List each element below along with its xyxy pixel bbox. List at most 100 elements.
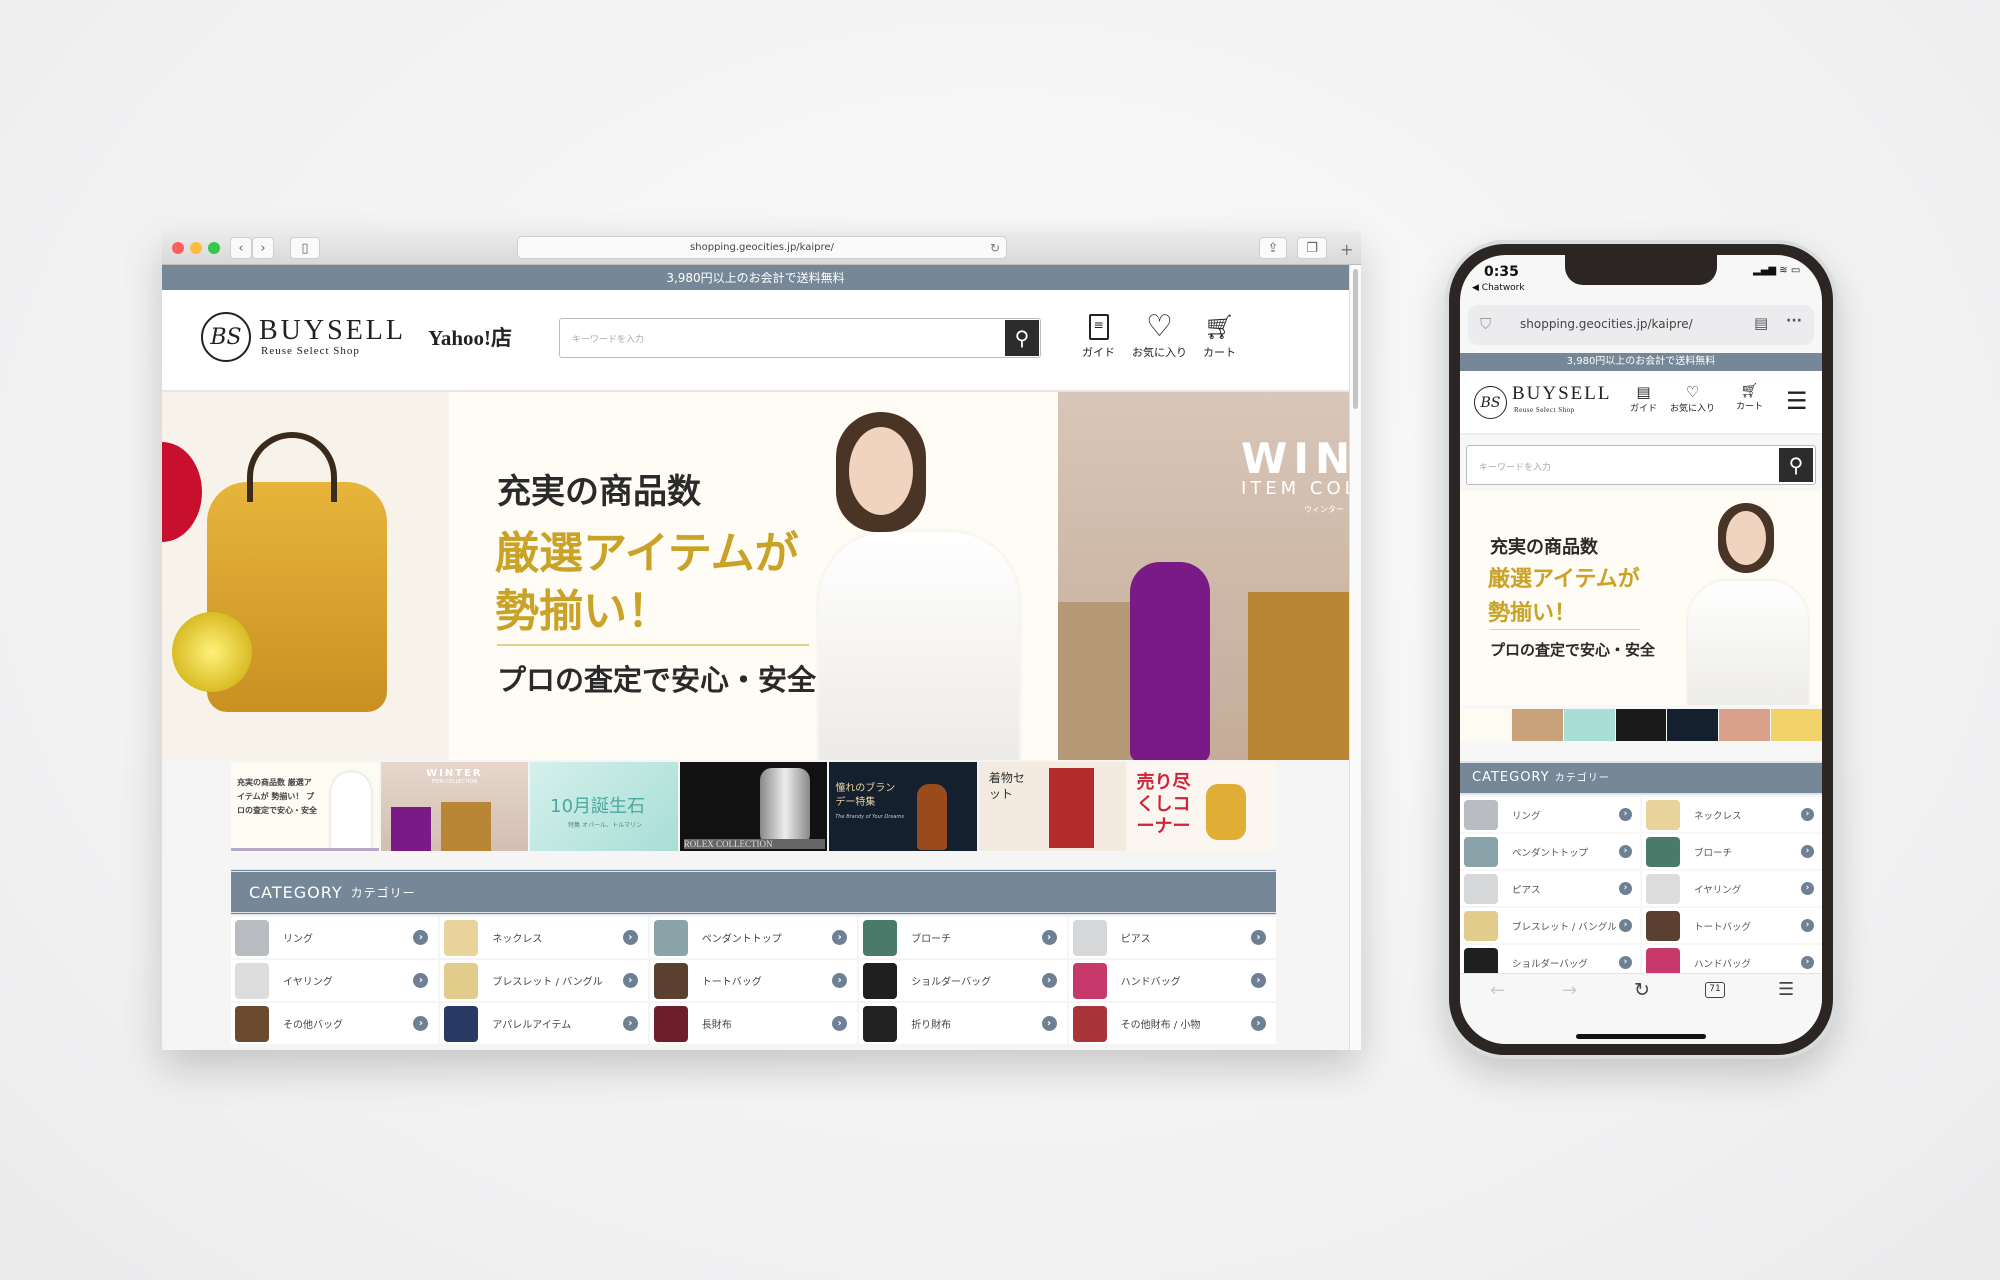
thumbnail-3[interactable] [1563, 709, 1615, 741]
chevron-right-icon[interactable]: › [1801, 919, 1814, 932]
category-item[interactable]: ショルダーバッグ › [1460, 945, 1640, 973]
thumbnail-2[interactable] [1511, 709, 1563, 741]
thumbnail-5[interactable] [1667, 709, 1719, 741]
thumbnail-7[interactable]: 売り尽くしコーナー [1128, 762, 1277, 851]
thumbnail-5[interactable]: 憧れのブランデー特集 The Brandy of Your Dreams [829, 762, 977, 851]
chevron-right-icon[interactable]: › [1801, 882, 1814, 895]
reader-icon[interactable]: ▤ [1754, 314, 1768, 332]
chevron-right-icon[interactable]: › [413, 1016, 429, 1031]
back-icon[interactable]: ‹ [230, 237, 252, 259]
category-item[interactable]: ペンダントトップ › [1460, 834, 1640, 869]
hero-slide-prev[interactable] [162, 392, 449, 760]
chevron-right-icon[interactable]: › [832, 1016, 848, 1031]
chevron-right-icon[interactable]: › [622, 973, 638, 988]
chevron-right-icon[interactable]: › [1619, 956, 1632, 969]
category-item[interactable]: 折り財布 › [859, 1003, 1067, 1044]
chevron-right-icon[interactable]: › [413, 930, 429, 945]
chevron-right-icon[interactable]: › [1619, 845, 1632, 858]
chevron-right-icon[interactable]: › [1041, 930, 1057, 945]
sidebar-icon[interactable]: ▯ [290, 237, 320, 259]
category-item[interactable]: ブレスレット / バングル › [1460, 908, 1640, 943]
search-button[interactable]: ⚲ [1779, 448, 1813, 482]
chevron-right-icon[interactable]: › [1041, 1016, 1057, 1031]
category-item[interactable]: ハンドバッグ › [1642, 945, 1822, 973]
nav-favorites[interactable]: ♡ お気に入り [1132, 312, 1187, 360]
category-item[interactable]: ショルダーバッグ › [859, 960, 1067, 1001]
chevron-right-icon[interactable]: › [1619, 882, 1632, 895]
chevron-right-icon[interactable]: › [1619, 808, 1632, 821]
chevron-right-icon[interactable]: › [1619, 919, 1632, 932]
search-button[interactable]: ⚲ [1005, 320, 1039, 356]
home-indicator[interactable] [1576, 1034, 1706, 1039]
category-item[interactable]: その他財布 / 小物 › [1068, 1003, 1276, 1044]
thumbnail-4[interactable] [1615, 709, 1667, 741]
category-item[interactable]: ネックレス › [1642, 797, 1822, 832]
category-item[interactable]: アパレルアイテム › [440, 1003, 648, 1044]
tabs-count-button[interactable]: 71 [1705, 982, 1725, 998]
chevron-right-icon[interactable]: › [1801, 956, 1814, 969]
forward-icon[interactable]: › [252, 237, 274, 259]
category-item[interactable]: トートバッグ › [649, 960, 858, 1001]
category-item[interactable]: その他バッグ › [231, 1003, 439, 1044]
chevron-right-icon[interactable]: › [1250, 1016, 1266, 1031]
more-icon[interactable]: ··· [1786, 313, 1802, 329]
mobile-brand-name[interactable]: BUYSELL [1512, 383, 1612, 405]
category-item[interactable]: イヤリング › [1642, 871, 1822, 906]
share-icon[interactable]: ⇪ [1259, 237, 1287, 259]
hamburger-menu-icon[interactable]: ☰ [1786, 389, 1808, 413]
mobile-logo-monogram[interactable]: BS [1474, 386, 1507, 419]
category-item[interactable]: トートバッグ › [1642, 908, 1822, 943]
mobile-search-input[interactable]: キーワードを入力 ⚲ [1466, 445, 1816, 485]
category-item[interactable]: リング › [231, 917, 439, 958]
category-item[interactable]: ブローチ › [1642, 834, 1822, 869]
search-input[interactable]: キーワードを入力 ⚲ [559, 318, 1041, 358]
chevron-right-icon[interactable]: › [622, 930, 638, 945]
thumbnail-1[interactable]: 充実の商品数 厳選アイテムが 勢揃い！ プロの査定で安心・安全 [231, 762, 379, 851]
thumbnail-4[interactable]: ROLEX COLLECTION [679, 762, 828, 851]
reload-icon[interactable]: ↻ [1634, 979, 1650, 1001]
chevron-right-icon[interactable]: › [1250, 930, 1266, 945]
category-item[interactable]: ペンダントトップ › [649, 917, 858, 958]
category-item[interactable]: ピアス › [1068, 917, 1276, 958]
maximize-window-button[interactable] [208, 242, 220, 254]
category-item[interactable]: ブレスレット / バングル › [440, 960, 648, 1001]
new-tab-icon[interactable]: + [1340, 240, 1353, 259]
forward-arrow-icon[interactable]: → [1562, 980, 1577, 1001]
reload-icon[interactable]: ↻ [990, 241, 1000, 255]
mobile-address-bar[interactable]: ⛉ shopping.geocities.jp/kaipre/ ▤ ··· [1468, 305, 1814, 345]
chevron-right-icon[interactable]: › [622, 1016, 638, 1031]
thumbnail-6[interactable]: 着物セット [978, 762, 1127, 851]
category-item[interactable]: ネックレス › [440, 917, 648, 958]
category-item[interactable]: イヤリング › [231, 960, 439, 1001]
chevron-right-icon[interactable]: › [1250, 973, 1266, 988]
menu-icon[interactable]: ☰ [1778, 979, 1794, 1000]
address-bar[interactable]: shopping.geocities.jp/kaipre/ ↻ [517, 236, 1007, 259]
close-window-button[interactable] [172, 242, 184, 254]
hero-slide-next[interactable]: WINTER ITEM COLLECTION ウィンター [1058, 392, 1349, 760]
category-item[interactable]: ブローチ › [859, 917, 1067, 958]
minimize-window-button[interactable] [190, 242, 202, 254]
tabs-icon[interactable]: ❐ [1297, 237, 1327, 259]
chevron-right-icon[interactable]: › [832, 930, 848, 945]
hero-slide-main[interactable]: 充実の商品数 厳選アイテムが 勢揃い！ プロの査定で安心・安全 [449, 392, 1058, 760]
category-item[interactable]: 長財布 › [649, 1003, 858, 1044]
thumbnail-6[interactable] [1719, 709, 1771, 741]
chevron-right-icon[interactable]: › [413, 973, 429, 988]
scrollbar[interactable] [1349, 265, 1361, 1050]
logo[interactable]: BS BUYSELL Reuse Select Shop Yahoo!店 [201, 312, 512, 362]
scrollbar-thumb[interactable] [1353, 269, 1358, 409]
category-item[interactable]: リング › [1460, 797, 1640, 832]
thumbnail-3[interactable]: 10月誕生石 特集 オパール、トルマリン [530, 762, 678, 851]
chevron-right-icon[interactable]: › [1801, 845, 1814, 858]
mobile-nav-guide[interactable]: ▤ ガイド [1630, 383, 1657, 414]
thumbnail-2[interactable]: WINTER ITEM COLLECTION [380, 762, 529, 851]
mobile-nav-cart[interactable]: 🛒︎ カート [1736, 383, 1763, 412]
category-item[interactable]: ハンドバッグ › [1068, 960, 1276, 1001]
nav-guide[interactable]: ≡ ガイド [1082, 314, 1115, 360]
chevron-right-icon[interactable]: › [1801, 808, 1814, 821]
back-arrow-icon[interactable]: ← [1490, 980, 1505, 1001]
chevron-right-icon[interactable]: › [832, 973, 848, 988]
category-item[interactable]: ピアス › [1460, 871, 1640, 906]
hero-carousel[interactable]: 充実の商品数 厳選アイテムが 勢揃い！ プロの査定で安心・安全 WINTER I… [162, 392, 1349, 760]
nav-cart[interactable]: 🛒︎ カート [1203, 312, 1236, 360]
